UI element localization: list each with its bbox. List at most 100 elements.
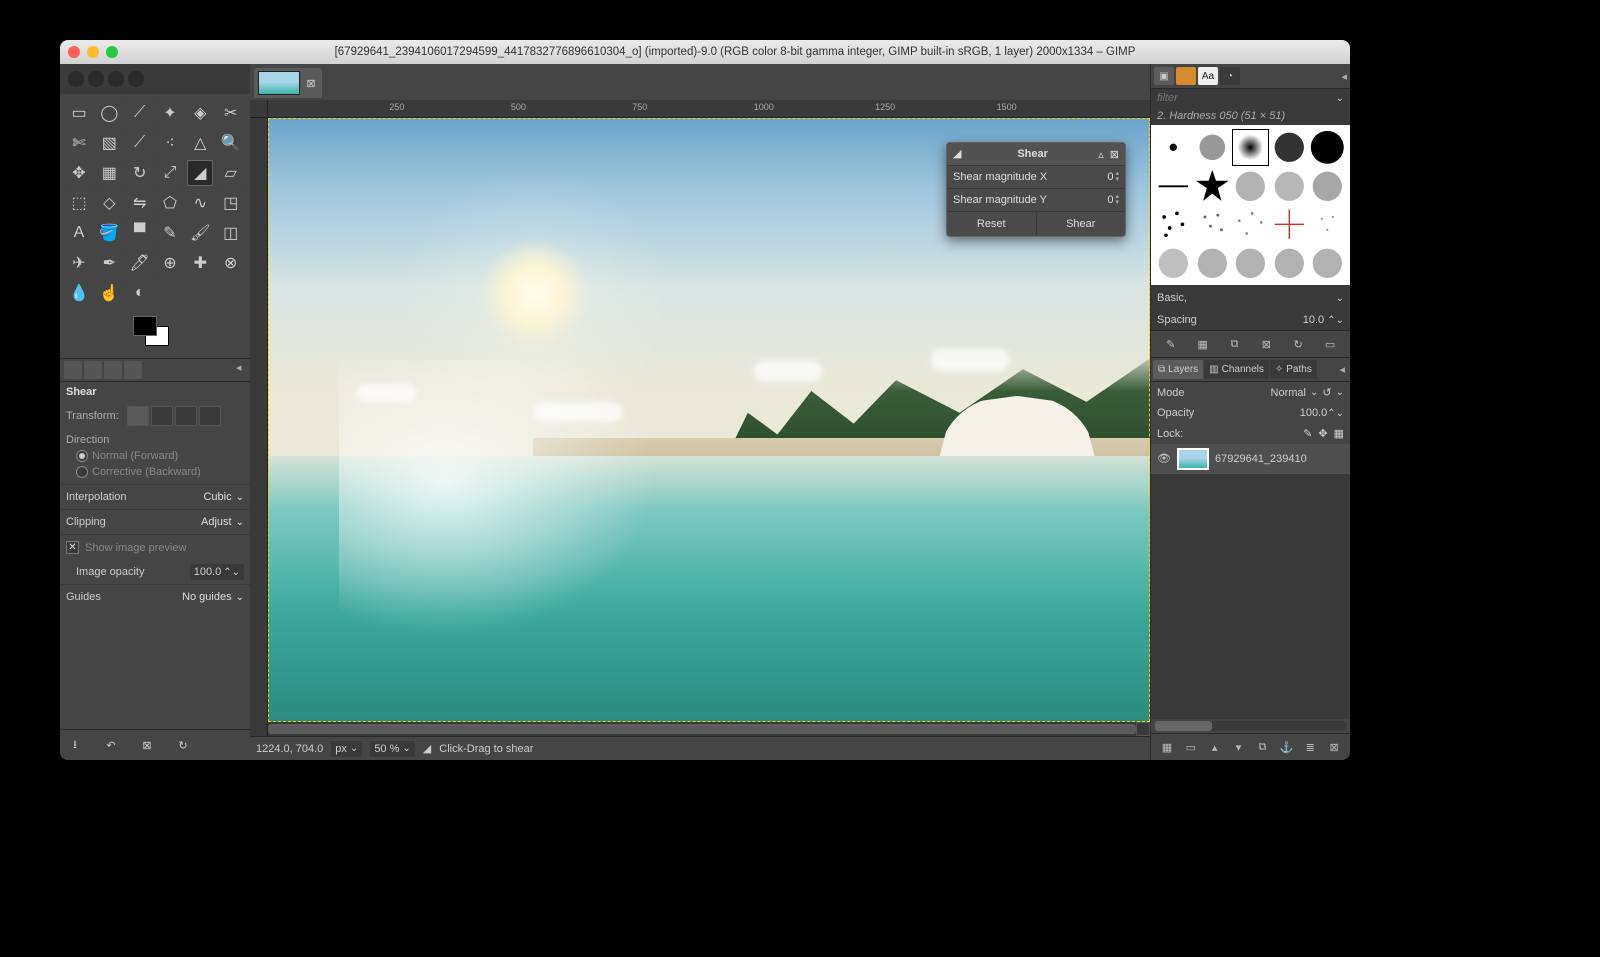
tool-rect-select[interactable]: ▭ — [66, 100, 92, 126]
horizontal-scrollbar[interactable] — [268, 722, 1136, 736]
layers-scrollbar[interactable] — [1155, 721, 1346, 731]
close-window-button[interactable] — [68, 46, 80, 58]
close-dialog-button[interactable]: ⊠ — [1110, 148, 1119, 161]
brush-item[interactable] — [1232, 168, 1269, 205]
tab-images[interactable] — [124, 361, 142, 379]
interpolation-row[interactable]: Interpolation Cubic⌄ — [60, 484, 250, 509]
clipping-row[interactable]: Clipping Adjust⌄ — [60, 509, 250, 534]
tool-airbrush[interactable]: ✈ — [66, 250, 92, 276]
tool-flip[interactable]: ⇋ — [127, 190, 153, 216]
brush-item[interactable] — [1309, 129, 1346, 166]
tab-tool-options[interactable] — [64, 361, 82, 379]
spinner-icon[interactable]: ▴▾ — [1115, 171, 1119, 183]
delete-brush-button[interactable]: ⊠ — [1257, 335, 1275, 353]
zoom-window-button[interactable] — [106, 46, 118, 58]
chevron-down-icon[interactable]: ⌄ — [1336, 93, 1344, 104]
tool-dodge[interactable]: ◐ — [127, 280, 153, 306]
brush-item[interactable] — [1309, 168, 1346, 205]
brush-item[interactable] — [1309, 206, 1346, 243]
close-tab-button[interactable]: ⊠ — [304, 76, 318, 90]
brush-preset-row[interactable]: Basic, ⌄ — [1151, 285, 1350, 310]
tool-zoom[interactable]: 🔍 — [218, 130, 244, 156]
layer-item[interactable]: 👁 67929641_239410 — [1151, 444, 1350, 474]
direction-corrective-row[interactable]: Corrective (Backward) — [60, 464, 250, 484]
lock-position-button[interactable]: ✥ — [1318, 427, 1327, 440]
brush-item[interactable] — [1155, 168, 1192, 205]
brush-grid[interactable] — [1151, 125, 1350, 285]
transform-layer-button[interactable] — [127, 406, 149, 426]
spinner-icon[interactable]: ▴▾ — [1115, 194, 1119, 206]
tool-text[interactable]: A — [66, 220, 92, 246]
tool-eraser[interactable]: ◫ — [218, 220, 244, 246]
anchor-layer-button[interactable]: ⚓ — [1277, 738, 1295, 756]
tool-measure[interactable]: △ — [187, 130, 213, 156]
brush-item[interactable] — [1271, 245, 1308, 282]
image-tab[interactable]: ⊠ — [254, 68, 322, 98]
vertical-ruler[interactable] — [250, 118, 268, 736]
tab-undo-history[interactable] — [104, 361, 122, 379]
tool-warp[interactable]: ∿ — [187, 190, 213, 216]
brush-item[interactable] — [1232, 206, 1269, 243]
tool-heal[interactable]: ✚ — [187, 250, 213, 276]
tool-paths[interactable]: ⟋ — [127, 130, 153, 156]
brush-item-selected[interactable] — [1232, 129, 1269, 166]
tab-history[interactable]: ◔ — [1220, 67, 1240, 85]
layer-mode-row[interactable]: Mode Normal⌄ ↺⌄ — [1151, 382, 1350, 403]
brush-item[interactable] — [1194, 245, 1231, 282]
tab-fonts[interactable]: Aa — [1198, 67, 1218, 85]
tab-layers[interactable]: ⧉ Layers — [1153, 360, 1203, 379]
duplicate-brush-button[interactable]: ⧉ — [1226, 335, 1244, 353]
tool-fuzzy-select[interactable]: ✦ — [157, 100, 183, 126]
save-preset-button[interactable]: ⭳ — [66, 736, 84, 754]
guides-row[interactable]: Guides No guides⌄ — [60, 584, 250, 609]
fg-bg-swatch[interactable] — [125, 312, 250, 358]
brush-item[interactable] — [1232, 245, 1269, 282]
lower-layer-button[interactable]: ▾ — [1230, 738, 1248, 756]
zoom-dropdown[interactable]: 50 %⌄ — [370, 741, 414, 757]
brush-item[interactable] — [1155, 129, 1192, 166]
tool-by-color-select[interactable]: ◈ — [187, 100, 213, 126]
tab-device-status[interactable] — [84, 361, 102, 379]
layer-opacity-row[interactable]: Opacity 100.0⌃⌄ — [1151, 403, 1350, 423]
tool-paintbrush[interactable]: 🖌 — [187, 220, 213, 246]
direction-normal-row[interactable]: Normal (Forward) — [60, 448, 250, 464]
brush-item[interactable] — [1309, 245, 1346, 282]
brush-filter-input[interactable] — [1157, 92, 1336, 104]
spacing-row[interactable]: Spacing 10.0 ⌃⌄ — [1151, 310, 1350, 330]
tool-smudge[interactable]: ☝ — [96, 280, 122, 306]
tool-rotate[interactable]: ↻ — [127, 160, 153, 186]
tool-align[interactable]: ▦ — [96, 160, 122, 186]
brush-item[interactable] — [1271, 129, 1308, 166]
chevron-down-icon[interactable]: ⌄ — [1336, 387, 1344, 398]
delete-preset-button[interactable]: ⊠ — [138, 736, 156, 754]
reset-preset-button[interactable]: ↻ — [174, 736, 192, 754]
refresh-brush-button[interactable]: ↻ — [1289, 335, 1307, 353]
tool-unified-transform[interactable]: ⬚ — [66, 190, 92, 216]
tool-perspective[interactable]: ▱ — [218, 160, 244, 186]
open-as-image-button[interactable]: ▭ — [1321, 335, 1339, 353]
brush-item[interactable] — [1271, 206, 1308, 243]
tool-move[interactable]: ✥ — [66, 160, 92, 186]
tab-paths[interactable]: ✧ Paths — [1270, 360, 1317, 379]
tool-free-select[interactable]: ⟋ — [127, 100, 153, 126]
tool-blur[interactable]: 💧 — [66, 280, 92, 306]
new-brush-button[interactable]: ▦ — [1194, 335, 1212, 353]
tool-shear[interactable]: ◢ — [187, 160, 213, 186]
horizontal-ruler[interactable]: 250500750100012501500 — [268, 100, 1150, 118]
transform-image-button[interactable] — [199, 406, 221, 426]
brush-item[interactable] — [1194, 168, 1231, 205]
tool-ink[interactable]: ✒ — [96, 250, 122, 276]
tab-patterns[interactable] — [1176, 67, 1196, 85]
tool-cage[interactable]: ⬠ — [157, 190, 183, 216]
minimize-window-button[interactable] — [87, 46, 99, 58]
navigation-button[interactable] — [1136, 722, 1150, 736]
new-layer-button[interactable]: ▦ — [1158, 738, 1176, 756]
shear-x-input[interactable] — [1085, 171, 1113, 183]
ruler-origin[interactable] — [250, 100, 268, 118]
shear-y-input[interactable] — [1085, 194, 1113, 206]
lock-alpha-button[interactable]: ▦ — [1334, 427, 1344, 440]
visibility-toggle[interactable]: 👁 — [1157, 452, 1171, 466]
tool-gradient[interactable]: ▀ — [127, 220, 153, 246]
restore-preset-button[interactable]: ↶ — [102, 736, 120, 754]
tool-crop[interactable]: ✂ — [218, 100, 244, 126]
